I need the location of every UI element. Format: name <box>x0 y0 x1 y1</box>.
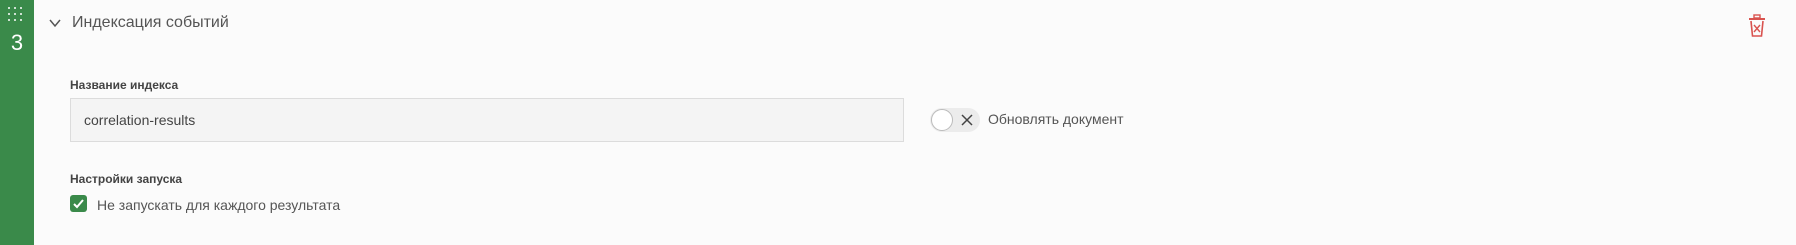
trash-icon <box>1749 14 1765 37</box>
section-header-toggle[interactable]: Индексация событий <box>48 14 229 32</box>
launch-settings-label: Настройки запуска <box>70 172 183 186</box>
checkmark-icon <box>73 199 84 209</box>
update-document-toggle[interactable] <box>930 108 980 132</box>
step-rail: 3 <box>0 0 34 245</box>
delete-button[interactable] <box>1746 14 1768 38</box>
toggle-knob <box>931 109 953 131</box>
drag-grip-icon[interactable] <box>8 7 24 23</box>
index-name-label: Название индекса <box>70 78 179 92</box>
update-document-label: Обновлять документ <box>988 111 1124 127</box>
step-panel: 3 Индексация событий Название индекса Об… <box>0 0 1796 245</box>
dont-run-each-result-label: Не запускать для каждого результата <box>97 197 341 213</box>
index-name-input[interactable] <box>70 98 904 142</box>
close-icon <box>961 114 973 126</box>
dont-run-each-result-checkbox[interactable] <box>70 195 87 212</box>
step-number: 3 <box>10 30 24 55</box>
chevron-down-icon <box>49 19 61 28</box>
section-title: Индексация событий <box>72 14 229 31</box>
